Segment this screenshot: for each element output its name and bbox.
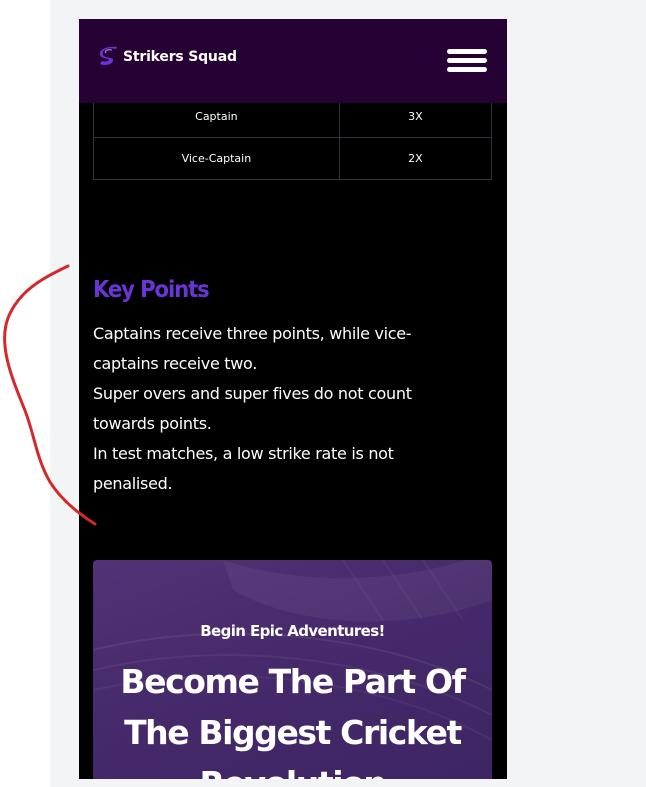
brand-logo-link[interactable]: Strikers Squad: [97, 45, 237, 69]
role-cell: Vice-Captain: [93, 137, 340, 180]
menu-bar: [447, 67, 487, 72]
multiplier-cell: 2X: [338, 137, 493, 180]
site-header: Strikers Squad: [79, 19, 507, 103]
promo-heading: Become The Part Of The Biggest Cricket R…: [120, 662, 466, 779]
screenshot-canvas: Strikers Squad Captain 3X Vice-Captain 2X K…: [0, 0, 646, 787]
mobile-viewport[interactable]: Strikers Squad Captain 3X Vice-Captain 2X K…: [79, 19, 507, 779]
key-points-title: Key Points: [93, 277, 210, 303]
promo-banner: Begin Epic Adventures! Become The Part O…: [93, 560, 492, 779]
points-table-row: Vice-Captain 2X: [93, 137, 493, 180]
key-points-list: Captains receive three points, while vic…: [93, 319, 473, 499]
menu-bar: [447, 49, 487, 54]
promo-kicker: Begin Epic Adventures!: [200, 622, 385, 640]
hamburger-menu-icon[interactable]: [445, 47, 489, 75]
key-point-item: Super overs and super fives do not count…: [93, 379, 473, 439]
points-table-body: Captain 3X Vice-Captain 2X: [93, 95, 493, 180]
key-point-item: In test matches, a low strike rate is no…: [93, 439, 473, 499]
brand-s-logo-icon: [100, 46, 117, 65]
points-table: Captain 3X Vice-Captain 2X: [93, 95, 493, 180]
brand-name: Strikers Squad: [123, 49, 237, 65]
menu-bar: [447, 58, 487, 63]
key-point-item: Captains receive three points, while vic…: [93, 319, 473, 379]
